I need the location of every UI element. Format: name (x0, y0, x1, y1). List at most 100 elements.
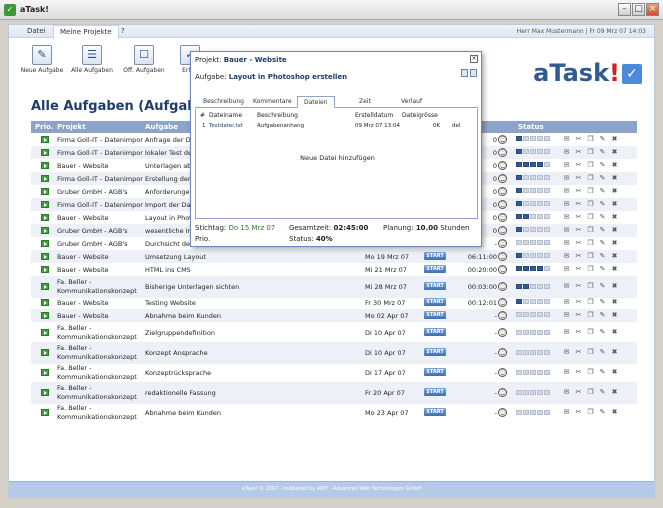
copy-icon[interactable]: ❐ (586, 282, 595, 291)
delete-icon[interactable]: ✖ (610, 213, 619, 222)
clock-icon[interactable]: ⌚ (498, 328, 507, 337)
add-file-link[interactable]: Neue Datei hinzufügen (196, 154, 479, 162)
delete-icon[interactable]: ✖ (610, 174, 619, 183)
maximize-button[interactable]: □ (632, 3, 645, 16)
new-task-button[interactable]: ✎ Neue Aufgabe (17, 45, 67, 74)
delete-icon[interactable]: ✖ (610, 388, 619, 397)
start-button[interactable]: START (424, 282, 446, 290)
edit-icon[interactable]: ✎ (598, 135, 607, 144)
attach-icon[interactable]: ✂ (574, 148, 583, 157)
attach-icon[interactable]: ✂ (574, 174, 583, 183)
attach-icon[interactable]: ✂ (574, 388, 583, 397)
edit-icon[interactable]: ✎ (598, 311, 607, 320)
table-row[interactable]: Bauer - Website HTML ins CMS Mi 21 Mrz 07 S… (31, 263, 637, 276)
comment-icon[interactable]: ✉ (562, 388, 571, 397)
comment-icon[interactable]: ✉ (562, 148, 571, 157)
copy-icon[interactable]: ❐ (586, 148, 595, 157)
header-projekt[interactable]: Projekt (57, 123, 86, 131)
table-row[interactable]: Fa. Beller - Kommunikationskonzept Konzep… (31, 362, 637, 384)
copy-icon[interactable]: ❐ (586, 135, 595, 144)
edit-icon[interactable]: ✎ (598, 408, 607, 417)
comment-icon[interactable]: ✉ (562, 408, 571, 417)
edit-icon[interactable]: ✎ (598, 187, 607, 196)
copy-icon[interactable]: ❐ (586, 174, 595, 183)
comment-icon[interactable]: ✉ (562, 213, 571, 222)
delete-icon[interactable]: ✖ (610, 252, 619, 261)
header-aufgabe[interactable]: Aufgabe (145, 123, 178, 131)
attach-icon[interactable]: ✂ (574, 252, 583, 261)
edit-icon[interactable]: ✎ (598, 265, 607, 274)
cell-aufgabe[interactable]: Umsetzung Layout (145, 253, 255, 261)
clock-icon[interactable]: ⌚ (498, 408, 507, 417)
copy-icon[interactable]: ❐ (586, 187, 595, 196)
copy-icon[interactable]: ❐ (586, 298, 595, 307)
delete-icon[interactable]: ✖ (610, 226, 619, 235)
delete-icon[interactable]: ✖ (610, 265, 619, 274)
cell-aufgabe[interactable]: Bisherige Unterlagen sichten (145, 283, 255, 292)
file-name-link[interactable]: Testdatei.txt (209, 123, 243, 129)
table-row[interactable]: Fa. Beller - Kommunikationskonzept redakt… (31, 382, 637, 404)
attach-icon[interactable]: ✂ (574, 408, 583, 417)
copy-icon[interactable]: ❐ (586, 226, 595, 235)
modal-close-icon[interactable]: × (470, 55, 478, 63)
delete-icon[interactable]: ✖ (610, 148, 619, 157)
cell-aufgabe[interactable]: Abnahme beim Kunden (145, 409, 255, 418)
close-button[interactable]: × (646, 3, 659, 16)
clock-icon[interactable]: ⌚ (498, 265, 507, 274)
delete-icon[interactable]: ✖ (610, 311, 619, 320)
cell-aufgabe[interactable]: Zielgruppendefinition (145, 329, 255, 338)
table-row[interactable]: Fa. Beller - Kommunikationskonzept Bisher… (31, 276, 637, 298)
clock-icon[interactable]: ⌚ (498, 135, 507, 144)
comment-icon[interactable]: ✉ (562, 252, 571, 261)
copy-icon[interactable]: ❐ (586, 200, 595, 209)
table-row[interactable]: Bauer - Website Abnahme beim Kunden Mo 02 … (31, 309, 637, 322)
cell-aufgabe[interactable]: Abnahme beim Kunden (145, 312, 255, 320)
table-row[interactable]: Fa. Beller - Kommunikationskonzept Zielgr… (31, 322, 637, 344)
attach-icon[interactable]: ✂ (574, 282, 583, 291)
start-button[interactable]: START (424, 265, 446, 273)
attach-icon[interactable]: ✂ (574, 239, 583, 248)
table-row[interactable]: Bauer - Website Umsetzung Layout Mo 19 Mrz… (31, 250, 637, 263)
comment-icon[interactable]: ✉ (562, 265, 571, 274)
cell-aufgabe[interactable]: Konzept Ansprache (145, 349, 255, 358)
tab-beschreibung[interactable]: Beschreibung (203, 98, 244, 105)
copy-icon[interactable]: ❐ (586, 348, 595, 357)
delete-icon[interactable]: ✖ (610, 408, 619, 417)
edit-icon[interactable]: ✎ (598, 226, 607, 235)
edit-icon[interactable]: ✎ (598, 174, 607, 183)
attach-icon[interactable]: ✂ (574, 265, 583, 274)
attach-icon[interactable]: ✂ (574, 200, 583, 209)
delete-icon[interactable]: ✖ (610, 239, 619, 248)
attach-icon[interactable]: ✂ (574, 298, 583, 307)
start-button[interactable]: START (424, 368, 446, 376)
clock-icon[interactable]: ⌚ (498, 161, 507, 170)
start-button[interactable]: START (424, 311, 446, 319)
edit-icon[interactable]: ✎ (598, 200, 607, 209)
comment-icon[interactable]: ✉ (562, 161, 571, 170)
tab-verlauf[interactable]: Verlauf (401, 98, 422, 105)
clock-icon[interactable]: ⌚ (498, 213, 507, 222)
tab-dateien[interactable]: Dateien (297, 96, 335, 108)
attach-icon[interactable]: ✂ (574, 368, 583, 377)
tab-zeit[interactable]: Zeit (359, 98, 371, 105)
delete-icon[interactable]: ✖ (610, 298, 619, 307)
table-row[interactable]: Fa. Beller - Kommunikationskonzept Abnahm… (31, 402, 637, 424)
start-button[interactable]: START (424, 388, 446, 396)
cell-aufgabe[interactable]: Konzeptrücksprache (145, 369, 255, 378)
clock-icon[interactable]: ⌚ (498, 388, 507, 397)
clock-icon[interactable]: ⌚ (498, 200, 507, 209)
start-button[interactable]: START (424, 328, 446, 336)
comment-icon[interactable]: ✉ (562, 282, 571, 291)
delete-icon[interactable]: ✖ (610, 328, 619, 337)
copy-icon[interactable]: ❐ (586, 408, 595, 417)
clock-icon[interactable]: ⌚ (498, 239, 507, 248)
edit-icon[interactable]: ✎ (598, 298, 607, 307)
edit-icon[interactable]: ✎ (598, 148, 607, 157)
minimize-button[interactable]: – (618, 3, 631, 16)
clock-icon[interactable]: ⌚ (498, 252, 507, 261)
copy-icon[interactable]: ❐ (586, 388, 595, 397)
start-button[interactable]: START (424, 252, 446, 260)
copy-icon[interactable]: ❐ (586, 161, 595, 170)
edit-icon[interactable]: ✎ (598, 239, 607, 248)
copy-icon[interactable]: ❐ (586, 368, 595, 377)
